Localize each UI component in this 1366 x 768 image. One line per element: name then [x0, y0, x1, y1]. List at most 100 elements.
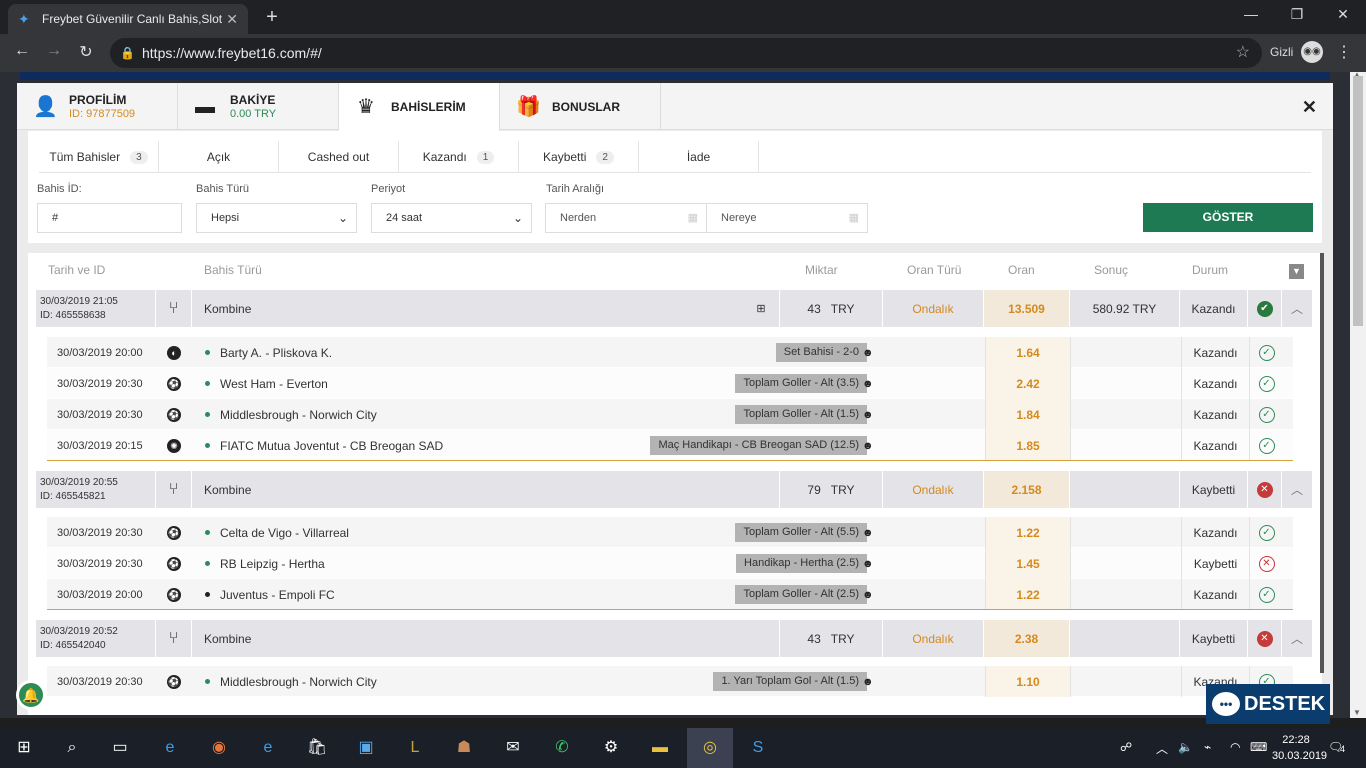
windows-start-icon[interactable]: ⊞	[12, 736, 36, 760]
period-select[interactable]: 24 saat ⌄	[371, 203, 532, 233]
chevron-up-icon[interactable]: ︿	[1282, 290, 1312, 327]
status-tab-won[interactable]: Kazandı 1	[399, 141, 519, 173]
chevron-up-icon[interactable]: ︿	[1282, 620, 1312, 657]
chrome-icon[interactable]: ◎	[687, 728, 733, 768]
tab-bonuses[interactable]: 🎁 BONUSLAR	[500, 83, 661, 130]
incognito-label: Gizli	[1270, 45, 1294, 59]
modal-close-icon[interactable]: ✕	[1302, 97, 1317, 118]
tab-close-icon[interactable]: ✕	[226, 11, 238, 28]
date-from-input[interactable]: Nerden ▦	[545, 203, 707, 233]
bet-id-input[interactable]: #	[37, 203, 182, 233]
bet-group-row[interactable]: 30/03/2019 20:55 ID: 465545821 ⑂ Kombine…	[36, 471, 1312, 508]
collapse-all-icon[interactable]: ▼	[1289, 264, 1304, 279]
live-dot	[205, 350, 210, 355]
back-arrow-icon[interactable]: ←	[10, 42, 34, 60]
mail-icon[interactable]: ✉	[501, 736, 525, 760]
star-icon[interactable]: ☆	[1236, 38, 1250, 68]
page-scrollbar[interactable]: ▲ ▼	[1350, 70, 1366, 718]
notification-bell-icon[interactable]: 🔔	[16, 680, 46, 710]
selection-date: 30/03/2019 20:30	[57, 526, 143, 539]
file-explorer-icon[interactable]: ▬	[648, 736, 672, 760]
skype-icon[interactable]: S	[746, 736, 770, 760]
status-tab-lost[interactable]: Kaybetti 2	[519, 141, 639, 173]
soccer-icon: ⚽	[167, 376, 181, 391]
bet-type-select[interactable]: Hepsi ⌄	[196, 203, 357, 233]
combo-icon: ⑂	[156, 620, 192, 657]
basketball-icon: ✺	[167, 438, 181, 453]
volume-icon[interactable]: 🔈	[1178, 740, 1193, 754]
chevron-up-icon[interactable]: ︿	[1282, 471, 1312, 508]
soccer-icon: ⚽	[167, 525, 181, 540]
date-to-placeholder: Nereye	[721, 212, 757, 224]
status-tab-label: Kaybetti	[543, 150, 587, 164]
wifi-icon[interactable]: ◠	[1230, 740, 1240, 754]
table-scrollbar[interactable]	[1320, 253, 1324, 673]
game-icon[interactable]: ☗	[452, 736, 476, 760]
support-label: DESTEK	[1244, 692, 1326, 715]
menu-kebab-icon[interactable]: ⋮	[1336, 42, 1352, 62]
bet-group-row[interactable]: 30/03/2019 20:52 ID: 465542040 ⑂ Kombine…	[36, 620, 1312, 657]
selection-odds: 1.45	[985, 548, 1071, 579]
whatsapp-icon[interactable]: ✆	[550, 736, 574, 760]
bettor-icon: ☻	[862, 557, 874, 570]
status-tab-label: Tüm Bahisler	[49, 150, 121, 164]
col-result: Sonuç	[1094, 263, 1129, 277]
reload-icon[interactable]: ↻	[74, 42, 98, 62]
incognito-icon[interactable]: ◉◉	[1301, 41, 1323, 63]
status-tab-cashed-out[interactable]: Cashed out	[279, 141, 399, 173]
tab-balance[interactable]: ▬ BAKİYE 0.00 TRY	[178, 83, 339, 130]
selection-odds: 1.22	[985, 517, 1071, 548]
selection-date: 30/03/2019 20:15	[57, 439, 143, 452]
selection-status: Kaybetti	[1181, 548, 1249, 579]
bet-status: Kaybetti	[1180, 471, 1248, 508]
wallet-icon: ▬	[195, 95, 215, 118]
scroll-down-icon[interactable]: ▼	[1353, 708, 1361, 717]
language-icon[interactable]: ⌨	[1250, 740, 1267, 754]
internet-explorer-icon[interactable]: e	[158, 736, 182, 760]
tab-profile-label: PROFİLİM	[69, 93, 127, 107]
status-tab-refund[interactable]: İade	[639, 141, 759, 173]
browser-tab[interactable]: ✦ Freybet Güvenilir Canlı Bahis,Slot ✕	[8, 4, 248, 34]
maximize-icon[interactable]: ❐	[1274, 6, 1320, 23]
app-icon[interactable]: ▣	[354, 736, 378, 760]
selection-row: 30/03/2019 20:30 ⚽ Celta de Vigo - Villa…	[47, 517, 1293, 548]
task-view-icon[interactable]: ▭	[108, 736, 132, 760]
col-odds: Oran	[1008, 263, 1035, 277]
status-tab-all[interactable]: Tüm Bahisler 3	[39, 141, 159, 173]
show-button[interactable]: GÖSTER	[1143, 203, 1313, 232]
steam-icon[interactable]: ⚙	[599, 736, 623, 760]
date-to-input[interactable]: Nereye ▦	[706, 203, 868, 233]
bet-id: ID: 465545821	[40, 490, 106, 502]
scroll-thumb[interactable]	[1353, 76, 1363, 326]
selection-event: Celta de Vigo - Villarreal	[220, 525, 349, 540]
url-bar[interactable]: 🔒 https://www.freybet16.com/#/ ☆	[110, 38, 1262, 68]
people-icon[interactable]: ☍	[1120, 740, 1132, 754]
window-close-icon[interactable]: ✕	[1320, 6, 1366, 23]
search-icon[interactable]: ⌕	[60, 736, 84, 760]
account-modal: 👤 PROFİLİM ID: 97877509 ▬ BAKİYE 0.00 TR…	[17, 83, 1333, 715]
bet-type-label: Bahis Türü	[196, 183, 249, 195]
power-icon[interactable]: ⌁	[1204, 740, 1211, 754]
selection-status: Kazandı	[1181, 368, 1249, 399]
bet-date: 30/03/2019 21:05	[40, 295, 118, 307]
period-value: 24 saat	[386, 212, 423, 224]
bet-date: 30/03/2019 20:52	[40, 625, 118, 637]
system-clock[interactable]: 22:28 30.03.2019	[1272, 732, 1327, 764]
bet-group-row[interactable]: 30/03/2019 21:05 ID: 465558638 ⑂ Kombine…	[36, 290, 1312, 327]
tab-profile[interactable]: 👤 PROFİLİM ID: 97877509	[17, 83, 178, 130]
status-tab-open[interactable]: Açık	[159, 141, 279, 173]
tray-chevron-icon[interactable]: ︿	[1156, 740, 1168, 757]
bettor-icon: ☻	[862, 675, 874, 688]
new-tab-button[interactable]: +	[262, 6, 282, 29]
league-icon[interactable]: L	[403, 736, 427, 760]
forward-arrow-icon[interactable]: →	[42, 42, 66, 60]
edge-icon[interactable]: e	[256, 736, 280, 760]
minimize-icon[interactable]: —	[1228, 6, 1274, 22]
tab-my-bets[interactable]: ♛ BAHİSLERİM	[339, 83, 500, 131]
store-icon[interactable]: 🛍	[305, 736, 329, 760]
soccer-icon: ⚽	[167, 674, 181, 689]
selection-event: West Ham - Everton	[220, 376, 328, 391]
firefox-icon[interactable]: ◉	[207, 736, 231, 760]
support-button[interactable]: ••• DESTEK	[1206, 684, 1330, 724]
live-dot	[205, 561, 210, 566]
